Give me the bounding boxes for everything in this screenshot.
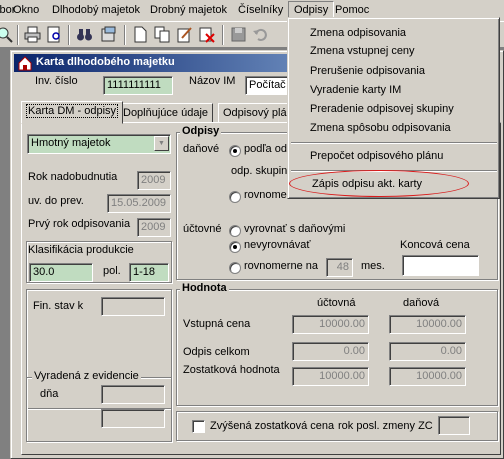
- nevyrovnavat-radio[interactable]: [229, 241, 241, 253]
- prvy-rok-field[interactable]: 2009: [137, 218, 171, 237]
- inv-cislo-field[interactable]: 1111111111: [103, 76, 173, 95]
- menu-vyradenie-karty[interactable]: Vyradenie karty IM: [310, 84, 401, 96]
- save-icon[interactable]: [230, 26, 247, 43]
- koncova-cena-label: Koncová cena: [400, 239, 470, 251]
- menu-zmena-odpisovania[interactable]: Zmena odpisovania: [310, 27, 406, 39]
- vyradena-title: Vyradená z evidencie: [32, 370, 141, 382]
- hodnota-row-label: Vstupná cena: [183, 318, 251, 330]
- pol-field[interactable]: 1-18: [129, 263, 169, 282]
- podla-odp-radio[interactable]: [229, 145, 241, 157]
- menu-pomoc[interactable]: Pomoc: [335, 4, 369, 16]
- menu-ciselniky[interactable]: Číselníky: [238, 4, 283, 16]
- copy-icon[interactable]: [154, 26, 171, 43]
- odpis-celkom-danova[interactable]: 0.00: [389, 342, 466, 361]
- menu-prepocet-planu[interactable]: Prepočet odpisového plánu: [310, 150, 443, 162]
- menu-zmena-vstupnej-ceny[interactable]: Zmena vstupnej ceny: [310, 45, 415, 57]
- zostatkova-hodnota-danova[interactable]: 10000.00: [389, 367, 466, 386]
- pol-label: pol.: [103, 265, 121, 277]
- window-title: Karta dlhodobého majetku: [36, 56, 175, 68]
- uctovne-label: účtovné: [183, 223, 222, 235]
- menu-prerusenie-odpisovania[interactable]: Prerušenie odpisovania: [310, 65, 425, 77]
- prvy-rok-label: Prvý rok odpisovania: [28, 218, 131, 230]
- rovnomerne-na-radio[interactable]: [229, 262, 241, 274]
- uctovna-col-header: účtovná: [317, 297, 356, 309]
- podla-label: podľa od: [244, 143, 287, 155]
- zvysena-checkbox[interactable]: [192, 420, 205, 433]
- majetok-type-combo[interactable]: Hmotný majetok ▼: [27, 134, 171, 154]
- nazov-im-label: Názov IM: [189, 75, 236, 87]
- house-icon: [18, 56, 32, 71]
- rok-posl-label: rok posl. zmeny ZC: [338, 420, 433, 432]
- delete-icon[interactable]: [198, 26, 215, 43]
- inv-cislo-label: Inv. číslo: [35, 75, 78, 87]
- hodnota-row-label: Odpis celkom: [183, 346, 250, 358]
- dna-field[interactable]: [101, 385, 165, 404]
- odpis-celkom-uctovna[interactable]: 0.00: [292, 342, 369, 361]
- vstupna-cena-danova[interactable]: 10000.00: [389, 315, 466, 334]
- klasifikacia-label: Klasifikácia produkcie: [28, 244, 134, 256]
- menu-dlhodoby-majetok[interactable]: Dlhodobý majetok: [52, 4, 140, 16]
- rok-posl-field[interactable]: [438, 416, 470, 435]
- majetok-type-value: Hmotný majetok: [31, 137, 111, 149]
- fin-stav-label: Fin. stav k: [33, 300, 84, 312]
- nevyrovnavat-label: nevyrovnávať: [244, 239, 311, 251]
- properties-icon[interactable]: [100, 26, 117, 43]
- tab-doplnujuce-udaje[interactable]: Doplňujúce údaje: [118, 103, 214, 123]
- menu-zmena-sposobu[interactable]: Zmena spôsobu odpisovania: [310, 122, 451, 134]
- preview-icon[interactable]: [46, 26, 63, 43]
- chevron-down-icon[interactable]: ▼: [154, 136, 169, 151]
- uv-do-prev-field[interactable]: 15.05.2009: [107, 194, 171, 213]
- mes-label: mes.: [361, 260, 385, 272]
- hodnota-title: Hodnota: [180, 282, 229, 294]
- undo-icon[interactable]: [252, 26, 269, 43]
- rovnomerne-na-label: rovnomerne na: [244, 260, 318, 272]
- uv-do-prev-label: uv. do prev.: [28, 195, 84, 207]
- rok-nadobudnutia-field[interactable]: 2009: [137, 171, 171, 190]
- odpisy-title: Odpisy: [180, 125, 222, 137]
- fin-stav-field[interactable]: [101, 297, 165, 316]
- hodnota-row-label: Zostatková hodnota: [183, 364, 280, 376]
- zostatkova-hodnota-uctovna[interactable]: 10000.00: [292, 367, 369, 386]
- months-field[interactable]: 48: [326, 258, 353, 277]
- koncova-cena-field[interactable]: [402, 255, 479, 276]
- new-document-icon[interactable]: [132, 26, 149, 43]
- menu-drobny-majetok[interactable]: Drobný majetok: [150, 4, 227, 16]
- tab-karta-dm-odpisy[interactable]: Karta DM - odpisy: [21, 101, 124, 124]
- binoculars-icon[interactable]: [76, 26, 93, 43]
- menu-preradenie-skupiny[interactable]: Preradenie odpisovej skupiny: [310, 103, 454, 115]
- edit-icon[interactable]: [176, 26, 193, 43]
- tab-strip: Karta DM - odpisy Doplňujúce údaje Odpis…: [21, 101, 311, 124]
- rok-nadobudnutia-label: Rok nadobudnutia: [28, 171, 118, 183]
- vyrovnat-label: vyrovnať s daňovými: [244, 223, 346, 235]
- odp-skupin-label: odp. skupin: [231, 165, 288, 177]
- print-icon[interactable]: [24, 26, 41, 43]
- highlight-ellipse: [289, 170, 469, 197]
- rovnomerne-danove-radio[interactable]: [229, 191, 241, 203]
- vstupna-cena-uctovna[interactable]: 10000.00: [292, 315, 369, 334]
- vyrovnat-radio[interactable]: [229, 225, 241, 237]
- zvysena-label: Zvýšená zostatková cena: [210, 420, 335, 432]
- menu-separator: [291, 142, 497, 144]
- klasifikacia-field[interactable]: 30.0: [29, 263, 93, 282]
- search-icon[interactable]: [0, 26, 13, 43]
- danova-col-header: daňová: [403, 297, 440, 309]
- menu-okno[interactable]: Okno: [13, 4, 39, 16]
- vyradena-extra-field[interactable]: [101, 409, 165, 428]
- tab-odpisovy-plan[interactable]: Odpisový plán: [218, 103, 298, 123]
- dna-label: dňa: [40, 388, 59, 400]
- danove-label: daňové: [183, 143, 220, 155]
